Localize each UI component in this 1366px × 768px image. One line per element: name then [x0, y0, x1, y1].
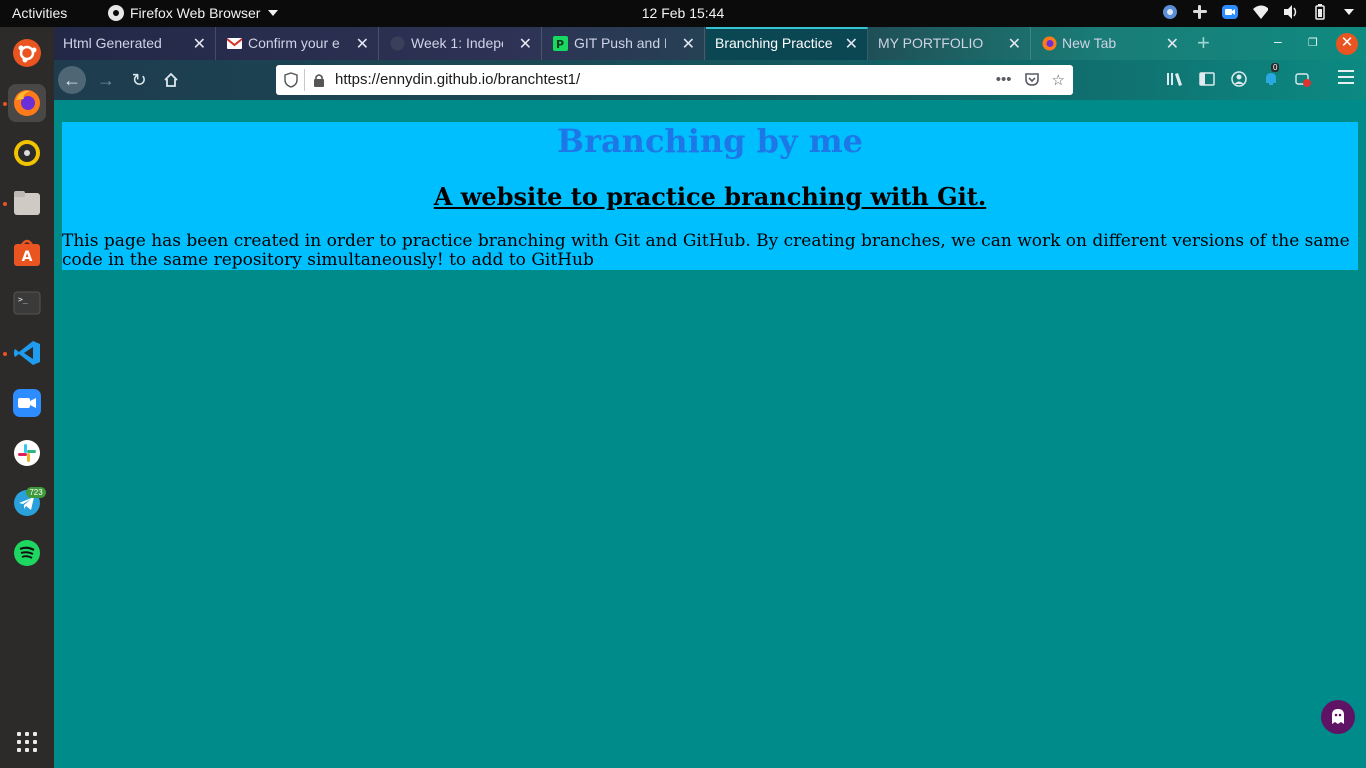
tab-git-push[interactable]: P GIT Push and P ✕ [543, 27, 705, 60]
ghost-icon [1332, 709, 1344, 724]
page-actions-icon[interactable]: ••• [996, 71, 1012, 91]
vscode-icon[interactable] [8, 334, 46, 372]
activities-button[interactable]: Activities [12, 5, 67, 21]
tab-label: New Tab [1062, 35, 1117, 51]
zoom-tray-icon[interactable] [1222, 4, 1238, 20]
slack-tray-icon[interactable] [1192, 4, 1208, 20]
chrome-tray-icon[interactable] [1162, 4, 1178, 20]
address-bar-separator [304, 69, 305, 91]
forward-arrow-icon[interactable]: → [92, 66, 120, 94]
firefox-app-icon [108, 5, 124, 21]
ghost-extension-button[interactable] [1321, 700, 1355, 734]
running-indicator [3, 202, 7, 206]
maximize-icon[interactable]: ❐ [1308, 36, 1318, 49]
ubuntu-software-icon[interactable]: A [8, 234, 46, 272]
window-close-icon[interactable]: ✕ [1336, 33, 1358, 55]
firefox-dock-icon[interactable] [8, 84, 46, 122]
home-icon[interactable] [157, 66, 185, 94]
reload-icon[interactable]: ↻ [125, 66, 153, 94]
back-arrow-icon[interactable]: ← [58, 66, 86, 94]
ubuntu-logo-icon[interactable] [8, 34, 46, 72]
close-tab-icon[interactable]: ✕ [356, 34, 369, 54]
rhythmbox-icon[interactable] [8, 134, 46, 172]
bookmark-star-icon[interactable]: ☆ [1052, 71, 1065, 91]
blocker-extension-icon[interactable] [1294, 70, 1312, 88]
new-tab-plus-icon[interactable]: + [1197, 30, 1210, 56]
ubuntu-dock: A >_ 723 [0, 27, 54, 768]
slack-icon[interactable] [8, 434, 46, 472]
firefox-favicon-icon [1042, 36, 1057, 51]
files-icon[interactable] [8, 184, 46, 222]
system-tray[interactable] [1162, 4, 1354, 20]
chevron-down-icon [268, 10, 279, 16]
system-top-bar: Activities Firefox Web Browser 12 Feb 15… [0, 0, 1366, 27]
telegram-unread-badge: 723 [26, 487, 46, 498]
pc-favicon-icon: P [553, 36, 568, 51]
system-menu-chevron-icon[interactable] [1344, 9, 1354, 15]
hamburger-menu-icon[interactable] [1338, 70, 1354, 84]
url-text[interactable]: https://ennydin.github.io/branchtest1/ [335, 71, 580, 88]
page-heading: Branching by me [557, 122, 863, 160]
tab-new-tab[interactable]: New Tab ✕ [1032, 27, 1188, 60]
close-tab-icon[interactable]: ✕ [1008, 34, 1021, 54]
notification-count: 0 [1271, 63, 1280, 72]
show-applications-icon[interactable] [17, 732, 37, 752]
minimize-icon[interactable]: – [1274, 33, 1282, 49]
tab-week-1[interactable]: Week 1: Indepe ✕ [380, 27, 542, 60]
address-bar[interactable]: https://ennydin.github.io/branchtest1/ •… [276, 65, 1073, 95]
tab-html-generated[interactable]: Html Generated ✕ [54, 27, 216, 60]
close-tab-icon[interactable]: ✕ [193, 34, 206, 54]
page-content: Branching by me A website to practice br… [54, 100, 1366, 768]
close-tab-icon[interactable]: ✕ [519, 34, 532, 54]
sidebar-icon[interactable] [1198, 70, 1216, 88]
terminal-icon[interactable]: >_ [8, 284, 46, 322]
wifi-icon[interactable] [1252, 4, 1268, 20]
page-subheading: A website to practice branching with Git… [433, 182, 987, 211]
tab-strip: Html Generated ✕ Confirm your e ✕ Week 1… [54, 27, 1366, 60]
svg-text:A: A [22, 249, 33, 265]
svg-text:P: P [556, 38, 564, 51]
tab-my-portfolio[interactable]: MY PORTFOLIO ✕ [869, 27, 1031, 60]
tab-label: Branching Practice [715, 35, 833, 51]
tab-branching-practice[interactable]: Branching Practice ✕ [706, 27, 868, 60]
tab-confirm-email[interactable]: Confirm your e ✕ [217, 27, 379, 60]
tab-label: MY PORTFOLIO [878, 35, 984, 51]
svg-text:>_: >_ [18, 295, 28, 304]
close-tab-icon[interactable]: ✕ [682, 34, 695, 54]
extension-notification-icon[interactable]: 0 [1262, 63, 1280, 88]
account-icon[interactable] [1230, 70, 1248, 88]
tab-label: Confirm your e [248, 35, 340, 51]
tab-label: GIT Push and P [574, 35, 666, 51]
app-menu[interactable]: Firefox Web Browser [108, 5, 279, 21]
header-banner: Branching by me A website to practice br… [62, 122, 1358, 270]
navigation-toolbar: ← → ↻ https://ennydin.github.io/branchte… [54, 60, 1366, 100]
close-tab-icon[interactable]: ✕ [845, 34, 858, 54]
github-favicon-icon [390, 36, 405, 51]
running-indicator [3, 352, 7, 356]
spotify-icon[interactable] [8, 534, 46, 572]
intro-paragraph: This page has been created in order to p… [62, 231, 1350, 270]
volume-icon[interactable] [1282, 4, 1298, 20]
pocket-icon[interactable] [1024, 71, 1040, 91]
battery-icon[interactable] [1312, 4, 1328, 20]
tracking-protection-shield-icon[interactable] [284, 72, 298, 88]
close-tab-icon[interactable]: ✕ [1166, 34, 1179, 54]
lock-icon[interactable] [312, 72, 326, 88]
app-menu-label: Firefox Web Browser [130, 5, 261, 21]
library-icon[interactable] [1166, 70, 1184, 88]
zoom-icon[interactable] [8, 384, 46, 422]
gmail-favicon-icon [226, 36, 243, 51]
tab-label: Html Generated [63, 35, 162, 51]
running-indicator [3, 102, 7, 106]
tab-label: Week 1: Indepe [411, 35, 503, 51]
